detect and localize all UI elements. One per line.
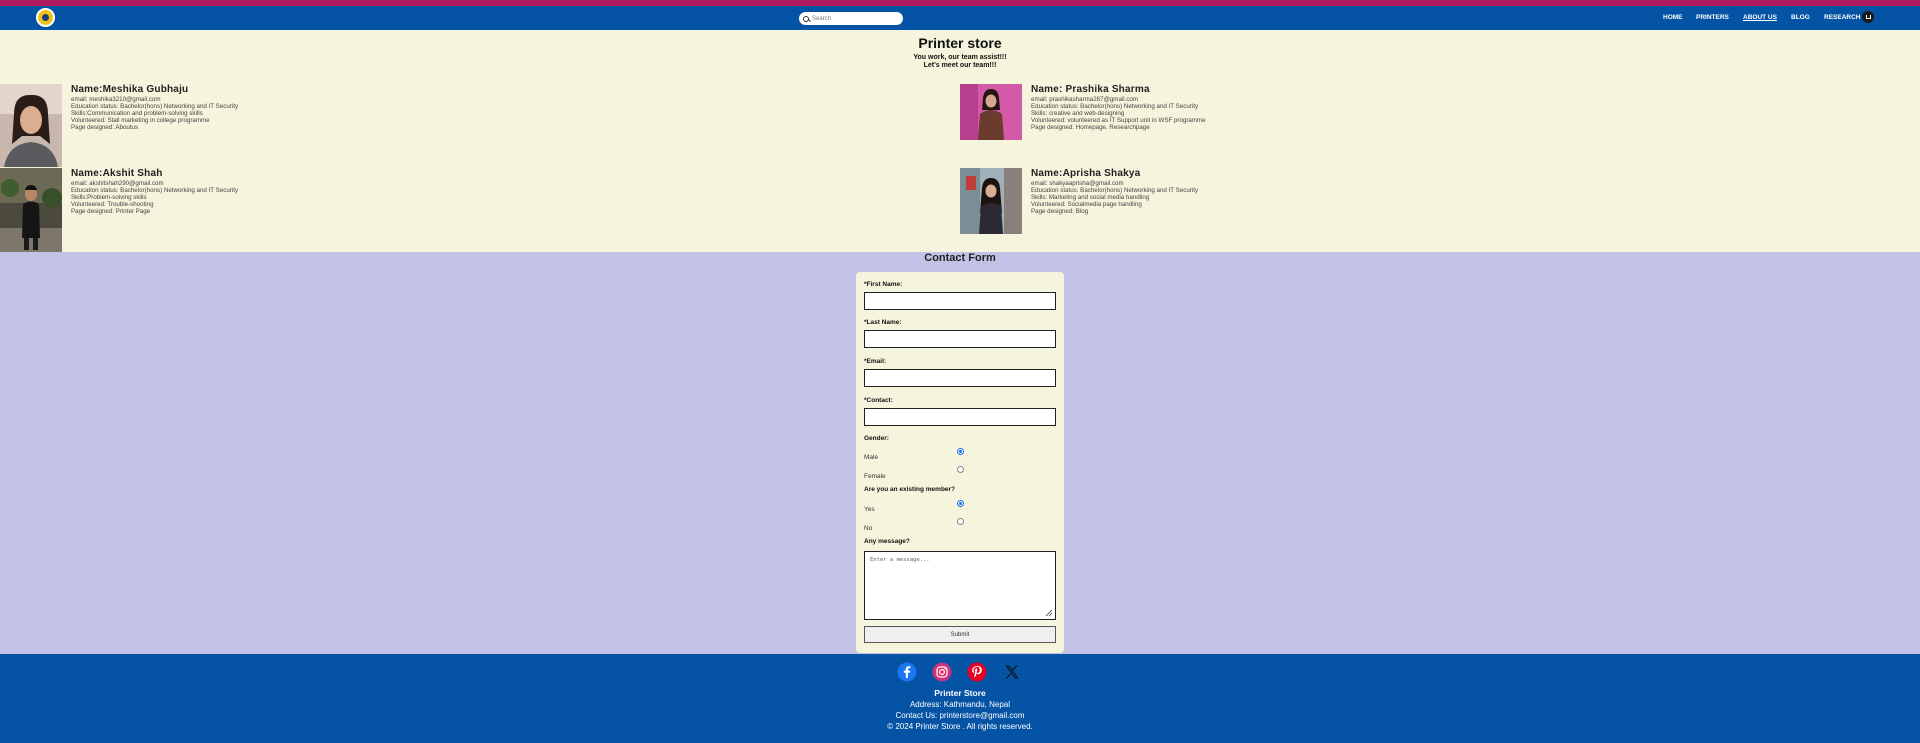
nav-link-about-us[interactable]: ABOUT US — [1743, 14, 1777, 21]
member-photo — [0, 84, 62, 167]
nav-links: HOME PRINTERS ABOUT US BLOG RESEARCH — [0, 14, 1920, 26]
member-name: Name:Meshika Gubhaju — [71, 84, 189, 95]
member-education: Education status: Bachelor(hons) Network… — [1031, 187, 1199, 194]
last-name-input[interactable] — [864, 330, 1056, 348]
resize-handle-icon[interactable] — [1045, 609, 1053, 617]
contact-form: *First Name: *Last Name: *Email: *Contac… — [856, 272, 1064, 653]
member-yes-radio[interactable] — [957, 500, 964, 507]
contact-input[interactable] — [864, 408, 1056, 426]
nav-link-printers[interactable]: PRINTERS — [1696, 14, 1729, 21]
member-page: Page designed: Homepage, Researchpage — [1031, 124, 1150, 131]
footer-store-name: Printer Store — [934, 688, 986, 698]
member-education: Education status: Bachelor(hons) Network… — [71, 103, 239, 110]
first-name-label: *First Name: — [864, 281, 903, 288]
member-no-radio[interactable] — [957, 518, 964, 525]
about-section: Printer store You work, our team assist!… — [0, 30, 1920, 252]
member-volunteered: Volunteered: Stall marketing in college … — [71, 117, 210, 124]
footer: Printer Store Address: Kathmandu, Nepal … — [0, 654, 1920, 743]
gender-male-label: Male — [864, 454, 879, 461]
footer-contact: Contact Us: printerstore@gmail.com — [895, 711, 1025, 720]
member-photo — [960, 84, 1022, 140]
page-title: Printer store — [918, 35, 1002, 51]
about-subtitle: Let's meet our team!!! — [923, 62, 997, 69]
member-no-label: No — [864, 525, 873, 532]
nav-link-home[interactable]: HOME — [1663, 14, 1683, 21]
member-page: Page designed: Blog — [1031, 208, 1089, 215]
member-page: Page designed: Aboutus — [71, 124, 139, 131]
pinterest-icon[interactable] — [967, 662, 987, 682]
member-volunteered: Volunteered: Trouble-shooting — [71, 201, 154, 208]
member-email: email: meshika3210@gmail.com — [71, 96, 161, 103]
gender-female-radio[interactable] — [957, 466, 964, 473]
gender-male-radio[interactable] — [957, 448, 964, 455]
facebook-icon[interactable] — [897, 662, 917, 682]
member-email: email: akshitshah290@gmail.com — [71, 180, 164, 187]
first-name-input[interactable] — [864, 292, 1056, 310]
member-education: Education status: Bachelor(hons) Network… — [1031, 103, 1199, 110]
message-label: Any message? — [864, 538, 910, 545]
nav-link-blog[interactable]: BLOG — [1791, 14, 1810, 21]
cart-icon[interactable] — [1862, 11, 1874, 23]
member-page: Page designed: Printer Page — [71, 208, 151, 215]
member-email: email: shakyaaprisha@gmail.com — [1031, 180, 1124, 187]
message-placeholder: Enter a message... — [870, 557, 930, 563]
footer-address: Address: Kathmandu, Nepal — [909, 700, 1011, 709]
member-skills: Skills:Problem-solving skills — [71, 194, 147, 201]
member-yes-label: Yes — [864, 506, 875, 513]
instagram-icon[interactable] — [932, 662, 952, 682]
member-education: Education status: Bachelor(hons) Network… — [71, 187, 239, 194]
submit-button[interactable]: Submit — [864, 626, 1056, 643]
member-skills: Skills: Marketing and social media handl… — [1031, 194, 1150, 201]
member-volunteered: Volunteered: volunteered as IT Support u… — [1031, 117, 1206, 124]
footer-copyright: © 2024 Printer Store . All rights reserv… — [887, 722, 1033, 731]
about-subtitle: You work, our team assist!!! — [913, 54, 1007, 61]
nav-link-research[interactable]: RESEARCH — [1824, 14, 1860, 21]
member-volunteered: Volunteered: Socialmedia page handling — [1031, 201, 1142, 208]
last-name-label: *Last Name: — [864, 319, 902, 326]
message-textarea[interactable]: Enter a message... — [864, 551, 1056, 620]
member-question-label: Are you an existing member? — [864, 486, 956, 493]
member-name: Name:Aprisha Shakya — [1031, 168, 1141, 179]
contact-form-title: Contact Form — [924, 252, 996, 264]
gender-label: Gender: — [864, 435, 889, 442]
member-skills: Skills:Communication and problem-solving… — [71, 110, 203, 117]
email-input[interactable] — [864, 369, 1056, 387]
contact-label: *Contact: — [864, 397, 893, 404]
x-icon[interactable] — [1002, 662, 1022, 682]
gender-female-label: Female — [864, 473, 886, 480]
member-photo — [960, 168, 1022, 234]
member-email: email: prashikasharma287@gmail.com — [1031, 96, 1139, 103]
navbar: Search HOME PRINTERS ABOUT US BLOG RESEA… — [0, 6, 1920, 30]
member-name: Name:Akshit Shah — [71, 168, 163, 179]
email-label: *Email: — [864, 358, 887, 365]
member-skills: Skills: creative and web-designing — [1031, 110, 1125, 117]
member-name: Name: Prashika Sharma — [1031, 84, 1150, 95]
member-photo — [0, 168, 62, 252]
